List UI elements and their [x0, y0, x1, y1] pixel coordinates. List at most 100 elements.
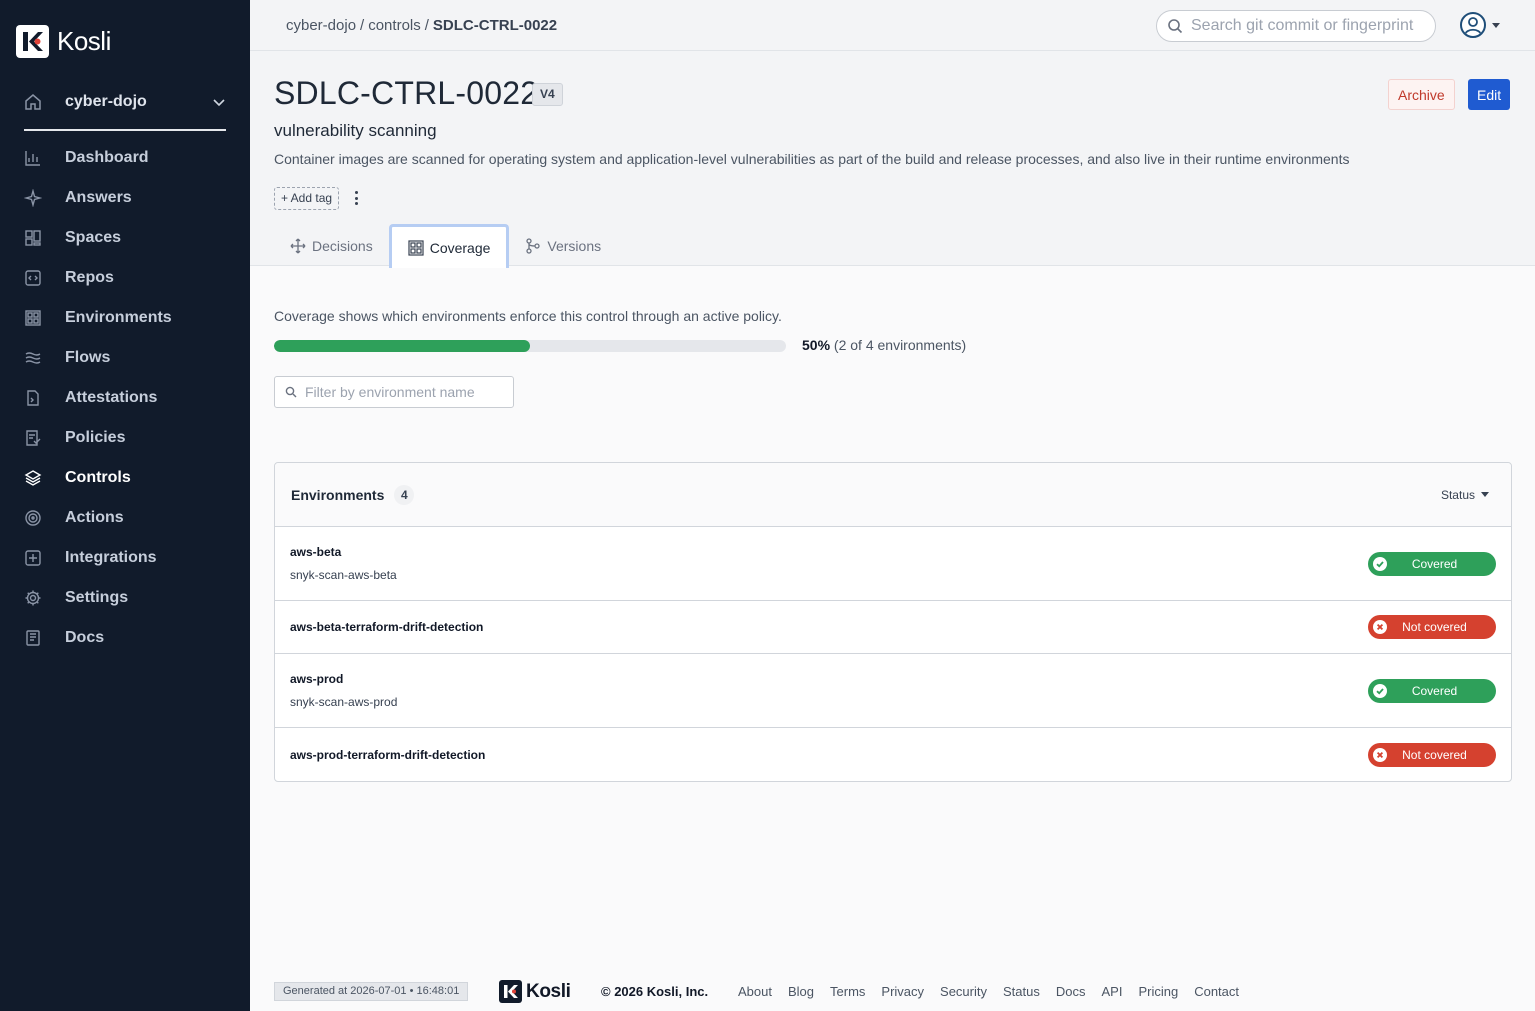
- environment-filter[interactable]: [274, 376, 514, 408]
- footer-logo[interactable]: Kosli: [499, 980, 571, 1003]
- policy-name[interactable]: snyk-scan-aws-prod: [290, 695, 1368, 709]
- environment-list: aws-beta snyk-scan-aws-beta Covered aws-bet…: [275, 527, 1511, 781]
- environment-name[interactable]: aws-beta: [290, 545, 1368, 559]
- user-menu[interactable]: [1460, 12, 1500, 38]
- footer-link-api[interactable]: API: [1101, 984, 1122, 999]
- sidebar-item-answers[interactable]: Answers: [0, 178, 250, 218]
- sidebar-item-label: Dashboard: [65, 149, 149, 166]
- logo-text: Kosli: [57, 26, 111, 56]
- footer-link-pricing[interactable]: Pricing: [1138, 984, 1178, 999]
- footer-link-status[interactable]: Status: [1003, 984, 1040, 999]
- sidebar-item-label: Controls: [65, 469, 131, 486]
- environment-row[interactable]: aws-prod snyk-scan-aws-prod Covered: [275, 654, 1511, 728]
- coverage-detail: (2 of 4 environments): [833, 337, 967, 353]
- sidebar-item-policies[interactable]: Policies: [0, 418, 250, 458]
- sidebar-item-label: Actions: [65, 509, 124, 526]
- sidebar-nav: Dashboard Answers Spaces Repos Environments F…: [0, 138, 250, 658]
- coverage-intro: Coverage shows which environments enforc…: [274, 308, 782, 324]
- generated-at: Generated at 2026-07-01 • 16:48:01: [274, 982, 469, 1001]
- tab-decisions[interactable]: Decisions: [274, 225, 389, 266]
- footer-link-docs[interactable]: Docs: [1056, 984, 1086, 999]
- status-text: Covered: [1411, 556, 1458, 571]
- sidebar-item-integrations[interactable]: Integrations: [0, 538, 250, 578]
- environment-row[interactable]: aws-beta snyk-scan-aws-beta Covered: [275, 527, 1511, 601]
- sidebar-item-spaces[interactable]: Spaces: [0, 218, 250, 258]
- target-icon: [25, 510, 41, 526]
- footer-link-about[interactable]: About: [738, 984, 772, 999]
- coverage-panel: Coverage shows which environments enforc…: [250, 266, 1535, 966]
- sidebar-item-actions[interactable]: Actions: [0, 498, 250, 538]
- tab-coverage[interactable]: Coverage: [388, 224, 510, 268]
- add-tag-button[interactable]: + Add tag: [274, 187, 340, 210]
- org-switcher[interactable]: cyber-dojo: [24, 88, 226, 116]
- control-description: Container images are scanned for operati…: [274, 151, 1350, 167]
- environment-info: aws-beta-terraform-drift-detection: [290, 620, 1368, 634]
- environment-row[interactable]: aws-beta-terraform-drift-detection Not co…: [275, 601, 1511, 654]
- sidebar-item-settings[interactable]: Settings: [0, 578, 250, 618]
- breadcrumb-controls[interactable]: controls: [368, 17, 421, 34]
- breadcrumb: cyber-dojo / controls / SDLC-CTRL-0022: [286, 17, 557, 34]
- tab-versions[interactable]: Versions: [509, 225, 617, 266]
- edit-button[interactable]: Edit: [1468, 79, 1511, 110]
- environment-name[interactable]: aws-beta-terraform-drift-detection: [290, 620, 1368, 634]
- page-title: SDLC-CTRL-0022: [274, 75, 539, 111]
- global-search[interactable]: [1156, 10, 1436, 42]
- tab-label: Decisions: [312, 237, 373, 254]
- breadcrumb-separator: /: [360, 17, 365, 34]
- grid-icon: [25, 310, 41, 326]
- sidebar-item-label: Policies: [65, 429, 126, 446]
- sidebar: Kosli cyber-dojo Dashboard Answers Spaces R…: [0, 0, 250, 1011]
- environment-info: aws-beta snyk-scan-aws-beta: [290, 545, 1368, 582]
- environment-name[interactable]: aws-prod-terraform-drift-detection: [290, 748, 1368, 762]
- sidebar-item-label: Attestations: [65, 389, 158, 406]
- more-options-icon[interactable]: [350, 189, 362, 207]
- copyright: © 2026 Kosli, Inc.: [601, 984, 709, 999]
- environment-row[interactable]: aws-prod-terraform-drift-detection Not co…: [275, 728, 1511, 781]
- sidebar-item-flows[interactable]: Flows: [0, 338, 250, 378]
- footer-link-security[interactable]: Security: [940, 984, 987, 999]
- environment-name[interactable]: aws-prod: [290, 672, 1368, 686]
- footer-link-contact[interactable]: Contact: [1194, 984, 1239, 999]
- spaces-icon: [25, 230, 41, 246]
- search-input[interactable]: [1191, 17, 1431, 35]
- policy-name[interactable]: snyk-scan-aws-beta: [290, 568, 1368, 582]
- footer-link-terms[interactable]: Terms: [830, 984, 865, 999]
- sidebar-item-controls[interactable]: Controls: [0, 458, 250, 498]
- book-icon: [26, 630, 40, 646]
- search-icon: [285, 386, 297, 398]
- control-header: SDLC-CTRL-0022 V4 vulnerability scanning…: [250, 51, 1535, 268]
- repo-icon: [25, 270, 41, 286]
- footer-link-blog[interactable]: Blog: [788, 984, 814, 999]
- archive-button[interactable]: Archive: [1388, 79, 1455, 110]
- sidebar-item-docs[interactable]: Docs: [0, 618, 250, 658]
- org-name: cyber-dojo: [65, 93, 147, 110]
- breadcrumb-org[interactable]: cyber-dojo: [286, 17, 356, 34]
- layers-icon: [24, 470, 42, 486]
- kosli-logo[interactable]: Kosli: [16, 25, 111, 58]
- gear-icon: [25, 590, 41, 606]
- status-text: Covered: [1411, 683, 1458, 698]
- status-filter-dropdown[interactable]: Status: [1441, 488, 1489, 502]
- caret-down-icon: [1492, 22, 1500, 28]
- sidebar-item-dashboard[interactable]: Dashboard: [0, 138, 250, 178]
- coverage-progress-bar: [274, 340, 786, 352]
- status-label: Status: [1440, 487, 1475, 502]
- document-icon: [27, 390, 39, 406]
- filter-input[interactable]: [305, 384, 505, 400]
- x-circle-icon: [1373, 620, 1387, 634]
- plus-square-icon: [25, 550, 41, 566]
- sidebar-item-label: Environments: [65, 309, 172, 326]
- environment-info: aws-prod snyk-scan-aws-prod: [290, 672, 1368, 709]
- environments-header: Environments 4 Status: [275, 463, 1511, 527]
- move-icon: [290, 238, 306, 253]
- control-tabs: Decisions Coverage Versions: [274, 224, 617, 268]
- environment-info: aws-prod-terraform-drift-detection: [290, 748, 1368, 762]
- sidebar-item-label: Flows: [65, 349, 111, 366]
- footer-link-privacy[interactable]: Privacy: [881, 984, 924, 999]
- sidebar-item-repos[interactable]: Repos: [0, 258, 250, 298]
- sidebar-item-environments[interactable]: Environments: [0, 298, 250, 338]
- waves-icon: [25, 352, 41, 364]
- sidebar-item-attestations[interactable]: Attestations: [0, 378, 250, 418]
- sidebar-item-label: Settings: [65, 589, 129, 606]
- footer-logo-text: Kosli: [526, 980, 571, 1002]
